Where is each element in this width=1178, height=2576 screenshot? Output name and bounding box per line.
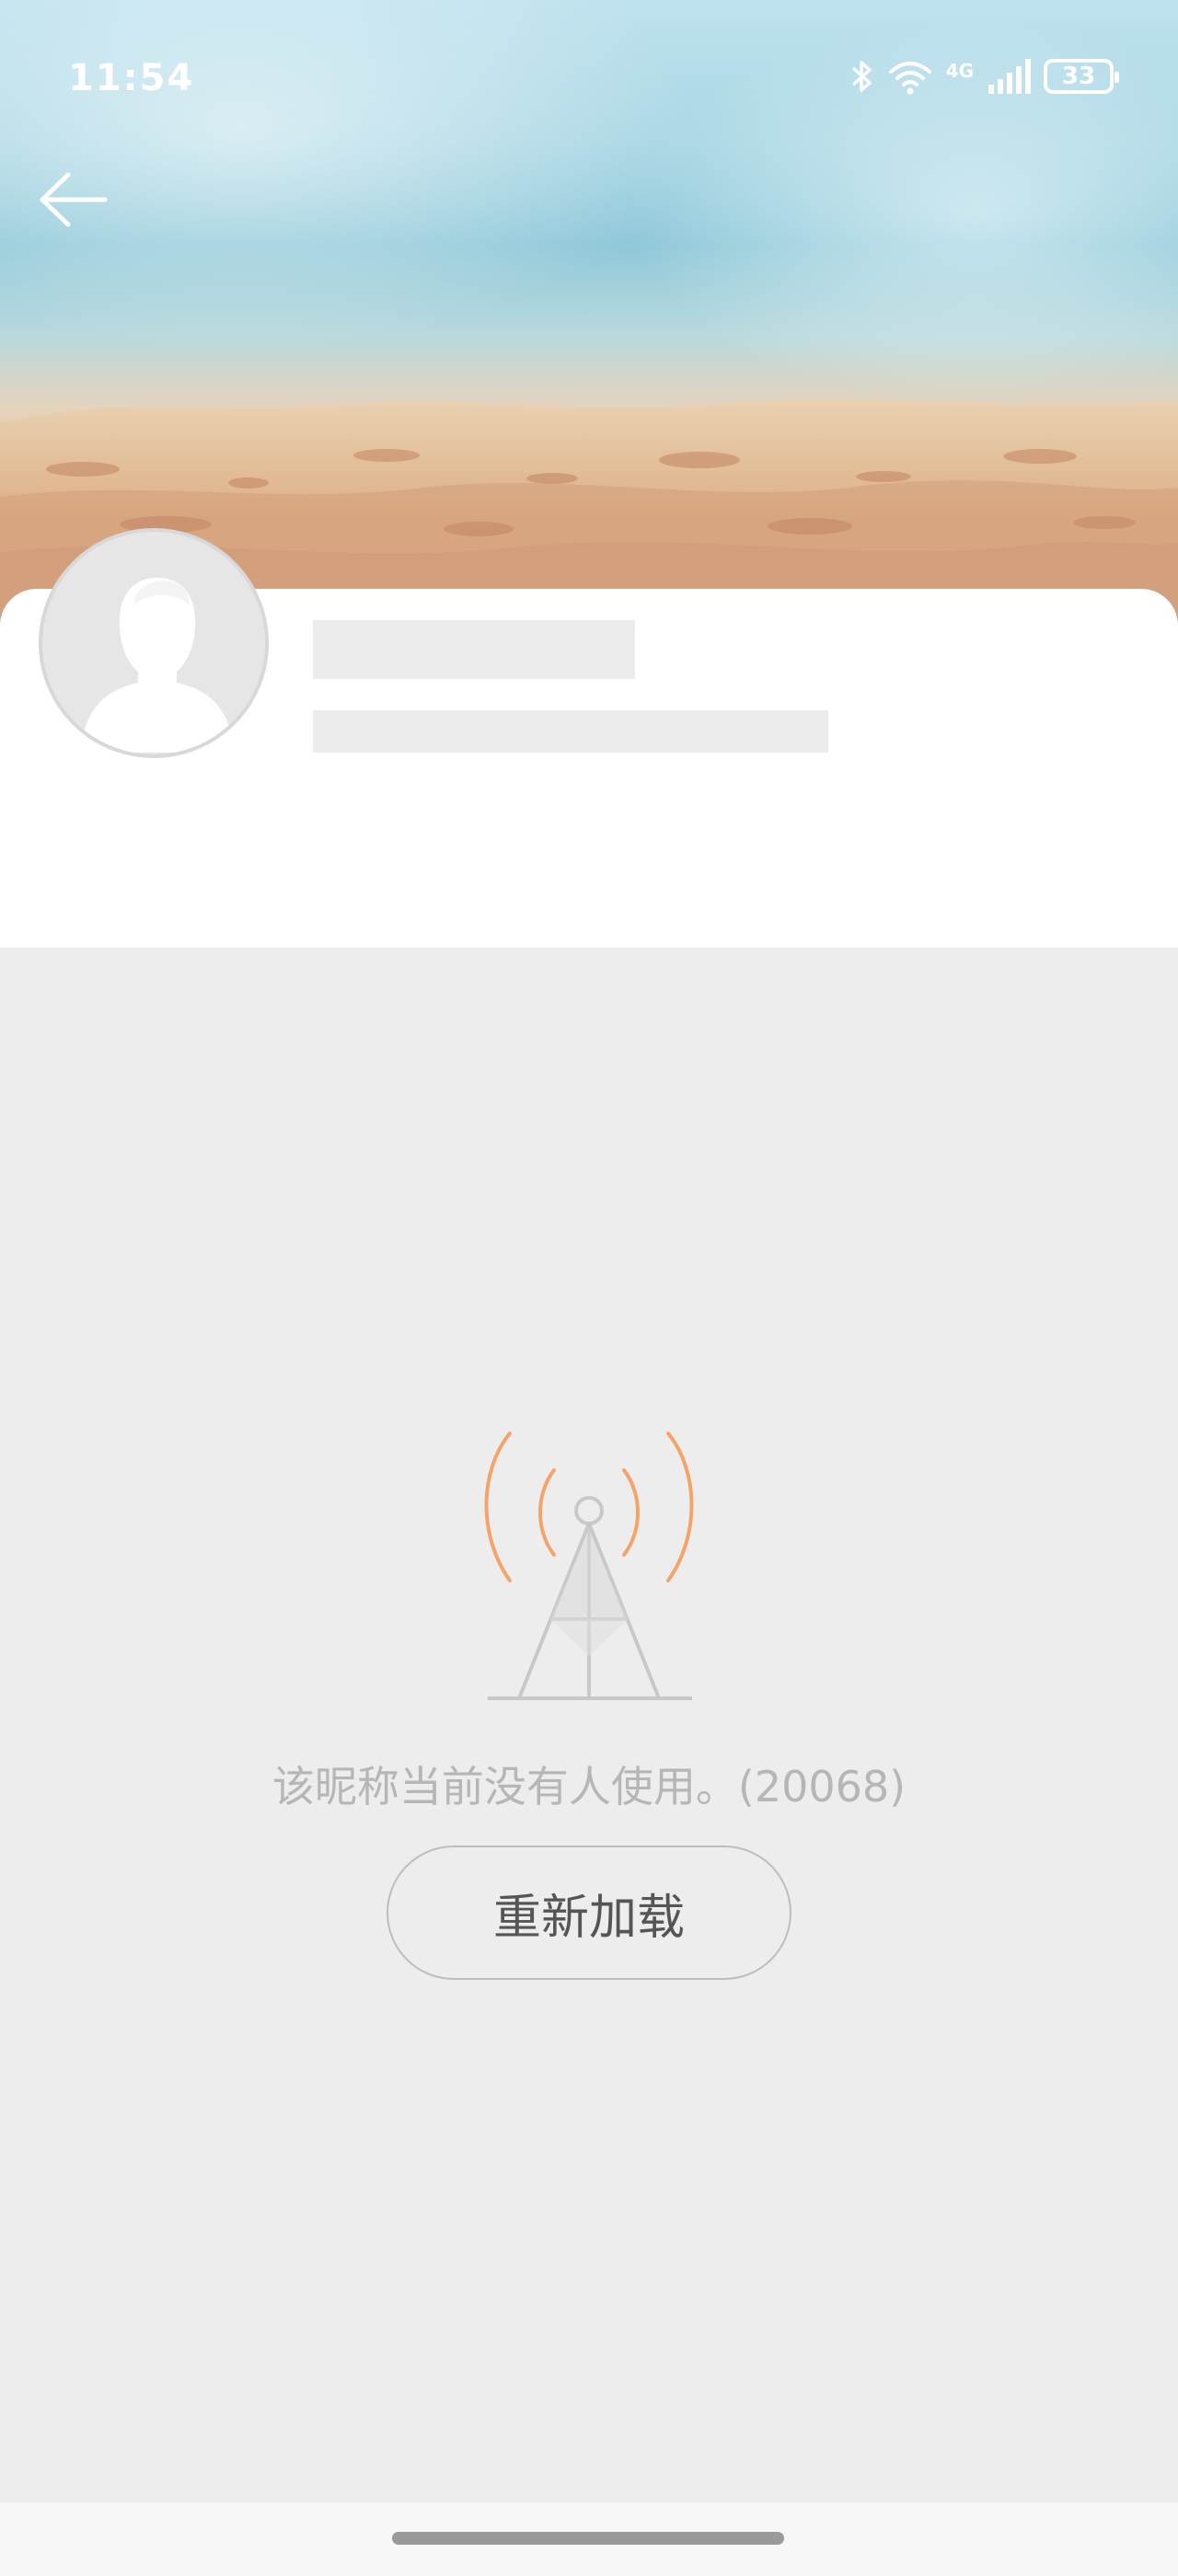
signal-tower-icon	[484, 1432, 694, 1700]
arrow-left-icon	[40, 172, 108, 227]
avatar[interactable]	[39, 528, 269, 758]
battery-level: 33	[1061, 63, 1096, 90]
error-message: 该昵称当前没有人使用。(20068)	[271, 1762, 907, 1811]
signal-icon	[988, 59, 1031, 94]
back-button[interactable]	[37, 167, 110, 232]
default-person-avatar	[42, 532, 265, 754]
battery-icon: 33	[1044, 59, 1119, 94]
home-indicator[interactable]	[392, 2532, 784, 2545]
reload-button[interactable]: 重新加载	[387, 1846, 791, 1980]
error-area	[0, 948, 1178, 2502]
bio-placeholder	[313, 710, 828, 753]
name-placeholder	[313, 620, 635, 679]
network-label: 4G	[945, 60, 974, 82]
status-time: 11:54	[68, 57, 195, 99]
bluetooth-icon	[851, 61, 872, 92]
wifi-icon	[888, 62, 931, 95]
status-icons: 4G 33	[850, 57, 1119, 96]
